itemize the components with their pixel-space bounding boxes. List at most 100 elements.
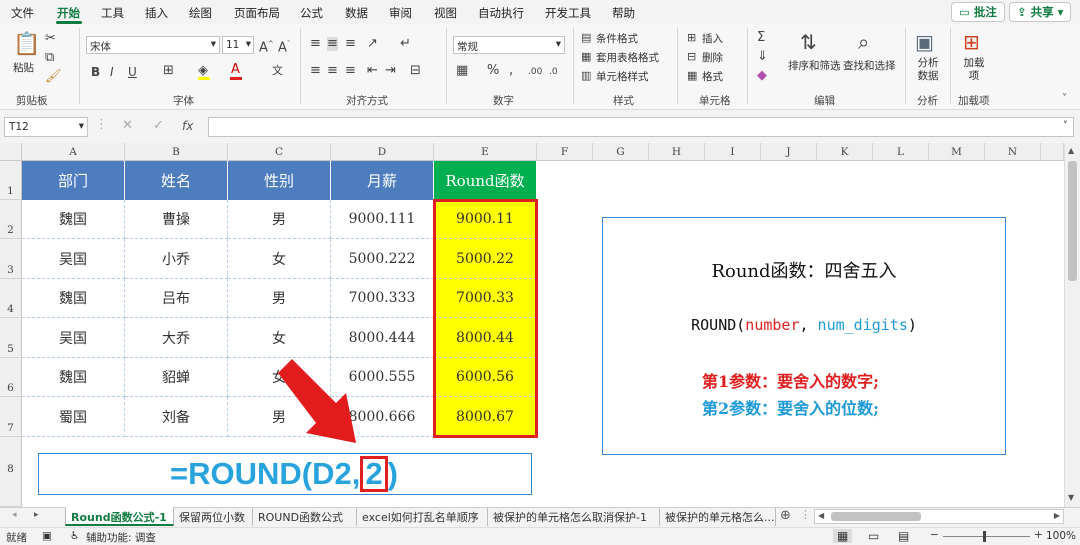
share-button[interactable]: ⇪ 共享 ▾ [1009, 2, 1072, 22]
menu-page-layout[interactable]: 页面布局 [234, 5, 280, 21]
column-header-e[interactable]: E [434, 143, 537, 161]
align-center-icon[interactable]: ≡ [327, 64, 338, 78]
scroll-down-icon[interactable]: ▼ [1068, 493, 1074, 502]
row-header-7[interactable]: 7 [0, 397, 22, 437]
number-format-select[interactable]: 常规 ▾ [453, 36, 565, 54]
increase-decimal-icon[interactable]: .00 [528, 65, 542, 79]
menu-view[interactable]: 视图 [434, 5, 457, 21]
copy-icon[interactable]: ⧉ [45, 51, 54, 65]
table-cell[interactable]: 魏国 [22, 358, 125, 397]
table-cell[interactable]: 女 [228, 239, 331, 279]
column-header-n[interactable]: N [985, 143, 1041, 161]
formula-input[interactable]: ˅ [208, 117, 1074, 137]
table-cell[interactable]: 9000.111 [331, 200, 434, 239]
select-all-corner[interactable] [0, 143, 22, 161]
format-painter-icon[interactable]: 🖌 [45, 70, 62, 84]
table-cell[interactable]: 女 [228, 318, 331, 358]
row-header-6[interactable]: 6 [0, 358, 22, 397]
column-header-f[interactable]: F [537, 143, 593, 161]
merge-center-icon[interactable]: ⊟ [410, 64, 421, 78]
prev-sheet-icon[interactable]: ◂ [12, 510, 17, 520]
column-header-c[interactable]: C [228, 143, 331, 161]
underline-icon[interactable]: U [128, 65, 137, 79]
table-header-cell[interactable]: 姓名 [125, 161, 228, 200]
table-cell[interactable]: 吴国 [22, 239, 125, 279]
table-cell[interactable]: 7000.33 [434, 279, 537, 318]
menu-review[interactable]: 审阅 [389, 5, 412, 21]
row-header-4[interactable]: 4 [0, 279, 22, 318]
delete-cells-button[interactable]: 删除 [702, 50, 723, 65]
table-header-cell[interactable]: 部门 [22, 161, 125, 200]
bold-icon[interactable]: B [91, 65, 100, 79]
table-cell[interactable]: 8000.44 [434, 318, 537, 358]
table-cell[interactable]: 貂蝉 [125, 358, 228, 397]
row-header-8[interactable]: 8 [0, 437, 22, 507]
horizontal-scroll-thumb[interactable] [831, 512, 921, 521]
menu-insert[interactable]: 插入 [145, 5, 168, 21]
analyze-data-icon[interactable]: ▣ [915, 31, 934, 53]
table-format-button[interactable]: 套用表格格式 [596, 50, 659, 65]
analyze-data-button[interactable]: 分析数据 [916, 57, 940, 83]
column-header-l[interactable]: L [873, 143, 929, 161]
table-cell[interactable]: 7000.333 [331, 279, 434, 318]
column-header-j[interactable]: J [761, 143, 817, 161]
vertical-scroll-thumb[interactable] [1068, 161, 1077, 281]
increase-font-icon[interactable]: A^ [259, 37, 274, 55]
table-cell[interactable]: 6000.56 [434, 358, 537, 397]
table-cell[interactable]: 蜀国 [22, 397, 125, 437]
insert-function-icon[interactable]: fx [182, 119, 193, 133]
percent-icon[interactable]: % [487, 64, 499, 78]
autosum-icon[interactable]: Σ [757, 31, 765, 45]
table-cell[interactable]: 男 [228, 279, 331, 318]
sheet-tab[interactable]: 被保护的单元格怎么取消保护-1 [488, 507, 660, 526]
table-cell[interactable]: 5000.22 [434, 239, 537, 279]
paste-button[interactable]: 粘贴 [13, 60, 34, 75]
table-cell[interactable]: 8000.67 [434, 397, 537, 437]
table-cell[interactable]: 曹操 [125, 200, 228, 239]
table-cell[interactable]: 刘备 [125, 397, 228, 437]
table-cell[interactable]: 吴国 [22, 318, 125, 358]
insert-cells-button[interactable]: 插入 [702, 31, 723, 46]
table-header-cell[interactable]: Round函数 [434, 161, 537, 200]
wrap-text-icon[interactable]: ↵ [400, 37, 411, 51]
row-header-1[interactable]: 1 [0, 161, 22, 200]
macro-record-icon[interactable]: ▣ [42, 530, 52, 542]
menu-automate[interactable]: 自动执行 [478, 5, 524, 21]
align-bottom-icon[interactable]: ≡ [345, 37, 356, 51]
sheet-tab[interactable]: 被保护的单元格怎么... [660, 507, 776, 526]
search-icon[interactable]: ⌕ [858, 31, 869, 53]
fill-color-icon[interactable]: ◈ [198, 64, 208, 78]
align-left-icon[interactable]: ≡ [310, 64, 321, 78]
table-cell[interactable]: 8000.444 [331, 318, 434, 358]
align-right-icon[interactable]: ≡ [345, 64, 356, 78]
align-top-icon[interactable]: ≡ [310, 37, 321, 51]
font-color-icon[interactable]: A [231, 63, 240, 77]
table-header-cell[interactable]: 月薪 [331, 161, 434, 200]
row-header-3[interactable]: 3 [0, 239, 22, 279]
table-cell[interactable]: 5000.222 [331, 239, 434, 279]
table-cell[interactable]: 大乔 [125, 318, 228, 358]
table-cell[interactable]: 小乔 [125, 239, 228, 279]
sheet-tab[interactable]: excel如何打乱名单顺序 [357, 507, 488, 526]
zoom-level[interactable]: 100% [1046, 530, 1076, 542]
menu-draw[interactable]: 绘图 [189, 5, 212, 21]
zoom-out-icon[interactable]: − [930, 529, 939, 541]
comment-button[interactable]: ▭ 批注 [951, 2, 1005, 22]
scroll-right-icon[interactable]: ▶ [1054, 511, 1060, 520]
table-cell[interactable]: 9000.11 [434, 200, 537, 239]
menu-developer[interactable]: 开发工具 [545, 5, 591, 21]
find-select-button[interactable]: 查找和选择 [843, 58, 896, 73]
column-header-i[interactable]: I [705, 143, 761, 161]
column-header-m[interactable]: M [929, 143, 985, 161]
page-break-view-icon[interactable]: ▤ [898, 529, 909, 543]
zoom-in-icon[interactable]: + [1034, 529, 1043, 541]
column-header-h[interactable]: H [649, 143, 705, 161]
normal-view-icon[interactable]: ▦ [833, 529, 853, 543]
scroll-left-icon[interactable]: ◀ [818, 511, 824, 520]
italic-icon[interactable]: I [110, 65, 114, 79]
row-header-5[interactable]: 5 [0, 318, 22, 358]
menu-file[interactable]: 文件 [11, 5, 34, 21]
page-layout-view-icon[interactable]: ▭ [868, 529, 879, 543]
table-cell[interactable]: 男 [228, 200, 331, 239]
sheet-tab[interactable]: ROUND函数公式 [253, 507, 357, 526]
